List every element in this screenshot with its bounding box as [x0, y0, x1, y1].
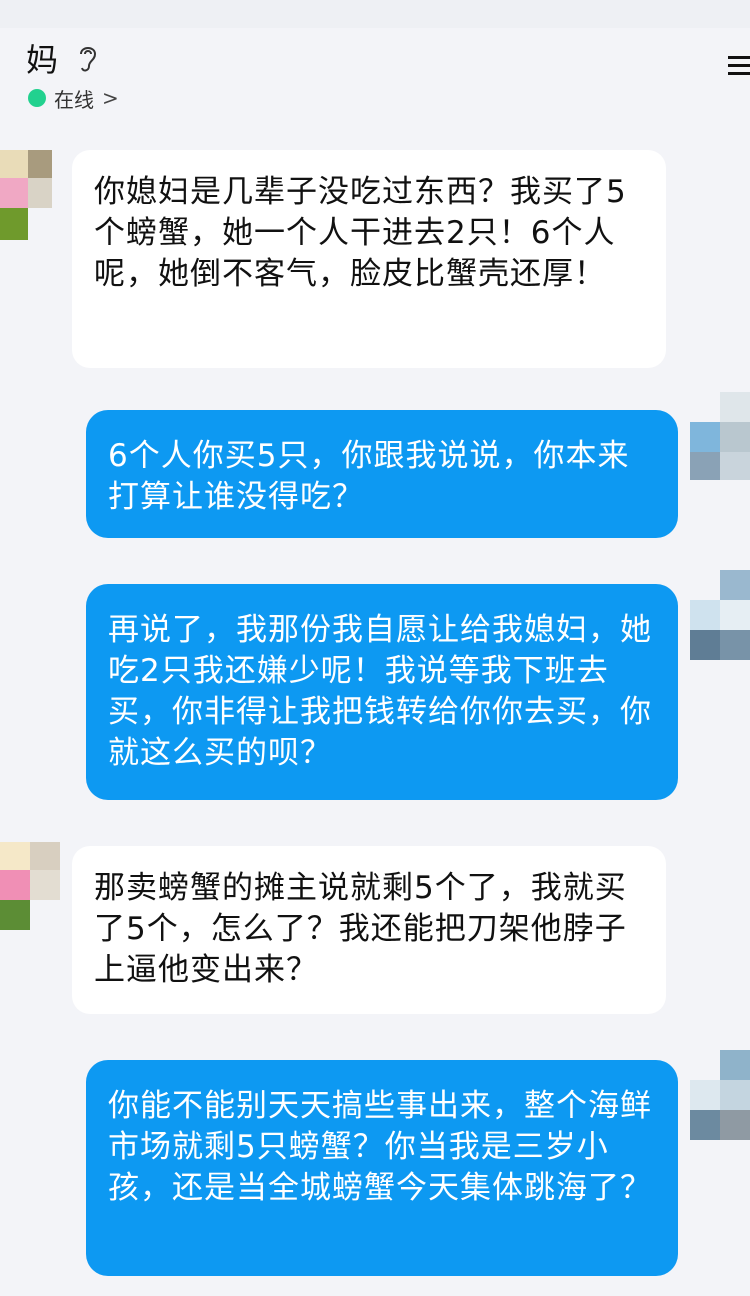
menu-icon[interactable] — [724, 54, 750, 78]
message-bubble-incoming[interactable]: 你媳妇是几辈子没吃过东西？我买了5个螃蟹，她一个人干进去2只！6个人呢，她倒不客… — [72, 150, 666, 368]
message-text: 再说了，我那份我自愿让给我媳妇，她吃2只我还嫌少呢！我说等我下班去买，你非得让我… — [108, 612, 652, 771]
message-bubble-outgoing[interactable]: 6个人你买5只，你跟我说说，你本来打算让谁没得吃？ — [86, 410, 678, 538]
status-text: 在线 — [54, 87, 94, 112]
message-bubble-outgoing[interactable]: 你能不能别天天搞些事出来，整个海鲜市场就剩5只螃蟹？你当我是三岁小孩，还是当全城… — [86, 1060, 678, 1276]
user-avatar[interactable] — [690, 1050, 750, 1140]
chat-header: 妈 在线 > — [0, 28, 750, 128]
contact-name[interactable]: 妈 — [26, 40, 58, 80]
online-dot-icon — [28, 89, 46, 107]
message-text: 你媳妇是几辈子没吃过东西？我买了5个螃蟹，她一个人干进去2只！6个人呢，她倒不客… — [94, 174, 627, 292]
contact-avatar[interactable] — [0, 150, 52, 240]
message-bubble-incoming[interactable]: 那卖螃蟹的摊主说就剩5个了，我就买了5个，怎么了？我还能把刀架他脖子上逼他变出来… — [72, 846, 666, 1014]
ear-icon[interactable] — [74, 40, 102, 76]
contact-avatar[interactable] — [0, 842, 60, 930]
chevron-right-icon: > — [102, 86, 119, 110]
message-bubble-outgoing[interactable]: 再说了，我那份我自愿让给我媳妇，她吃2只我还嫌少呢！我说等我下班去买，你非得让我… — [86, 584, 678, 800]
user-avatar[interactable] — [690, 392, 750, 480]
status-bar-area — [0, 0, 750, 28]
user-avatar[interactable] — [690, 570, 750, 660]
message-text: 那卖螃蟹的摊主说就剩5个了，我就买了5个，怎么了？我还能把刀架他脖子上逼他变出来… — [94, 870, 627, 988]
message-text: 6个人你买5只，你跟我说说，你本来打算让谁没得吃？ — [108, 438, 630, 515]
message-text: 你能不能别天天搞些事出来，整个海鲜市场就剩5只螃蟹？你当我是三岁小孩，还是当全城… — [108, 1088, 652, 1206]
online-status[interactable]: 在线 > — [28, 86, 119, 112]
